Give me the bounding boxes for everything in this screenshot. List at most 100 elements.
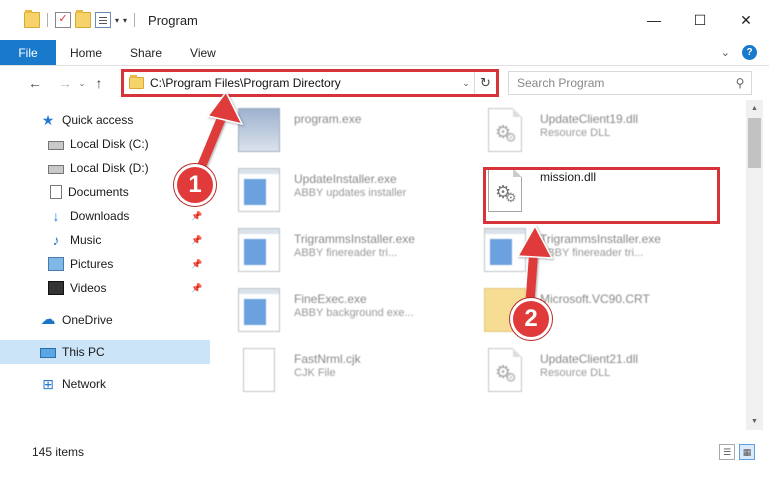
sidebar-item-label: Videos xyxy=(70,281,107,295)
refresh-button[interactable]: ↻ xyxy=(474,72,496,94)
properties-icon[interactable] xyxy=(95,12,111,28)
pin-icon[interactable]: 📌 xyxy=(190,211,204,222)
window-title: Program xyxy=(148,12,198,28)
pin-icon[interactable]: 📌 xyxy=(190,283,204,294)
tab-home[interactable]: Home xyxy=(56,40,116,65)
toolbar-divider xyxy=(47,13,48,27)
file-type: ABBY finereader tri... xyxy=(294,247,398,259)
file-name: FineExec.exe xyxy=(294,292,367,306)
up-button[interactable]: ↑ xyxy=(88,72,110,94)
tab-share[interactable]: Share xyxy=(116,40,176,65)
file-item[interactable]: program.exe xyxy=(212,102,452,158)
scrollbar-thumb[interactable] xyxy=(748,118,761,168)
back-button[interactable]: ← xyxy=(24,72,46,94)
sidebar-item-onedrive[interactable]: ☁ OneDrive xyxy=(0,308,210,332)
chevron-down-icon[interactable]: ▾ xyxy=(115,16,119,25)
sidebar-item-label: Downloads xyxy=(70,209,130,223)
file-name: FastNrml.cjk xyxy=(294,352,361,366)
pc-icon xyxy=(40,348,56,358)
pictures-icon xyxy=(48,257,64,271)
title-bar: ✓ ▾ ▾ Program — ☐ ✕ xyxy=(0,0,769,40)
sidebar-item-music[interactable]: ♪ Music 📌 xyxy=(0,228,210,252)
step-1-badge: 1 xyxy=(174,164,216,206)
tab-view[interactable]: View xyxy=(176,40,230,65)
properties-check-icon[interactable]: ✓ xyxy=(55,12,71,28)
sidebar-item-label: Local Disk (C:) xyxy=(70,137,149,151)
file-item[interactable]: TrigrammsInstaller.exe ABBY finereader t… xyxy=(458,222,698,278)
folder-icon xyxy=(24,10,40,28)
address-path[interactable]: C:\Program Files\Program Directory xyxy=(150,76,458,90)
dll-icon: ⚙ ⚙ xyxy=(488,168,522,212)
drive-icon xyxy=(48,141,64,150)
scroll-down-icon[interactable]: ▼ xyxy=(746,413,763,430)
ribbon-tabs: File Home Share View ⌄ ? xyxy=(0,40,769,66)
file-item-mission-dll[interactable]: ⚙ ⚙ mission.dll xyxy=(458,162,698,218)
documents-icon xyxy=(50,185,62,199)
tiles-view-icon[interactable]: ▦ xyxy=(739,444,755,460)
file-name: UpdateClient21.dll xyxy=(540,352,639,366)
file-list: program.exe ⚙ ⚙ UpdateClient19.dll Resour… xyxy=(212,100,746,430)
pin-icon[interactable]: 📌 xyxy=(190,235,204,246)
file-item[interactable]: UpdateInstaller.exe ABBY updates install… xyxy=(212,162,452,218)
search-icon[interactable]: ⚲ xyxy=(729,76,751,90)
scroll-up-icon[interactable]: ▲ xyxy=(746,100,763,117)
sidebar-item-label: This PC xyxy=(62,345,105,359)
maximize-button[interactable]: ☐ xyxy=(677,0,723,40)
ribbon-options: ⌄ ? xyxy=(721,40,769,65)
sidebar-item-downloads[interactable]: ↓ Downloads 📌 xyxy=(0,204,210,228)
exe-icon xyxy=(238,228,280,272)
file-item[interactable]: Microsoft.VC90.CRT xyxy=(458,282,698,338)
sidebar-item-pictures[interactable]: Pictures 📌 xyxy=(0,252,210,276)
file-item[interactable]: FastNrml.cjk CJK File xyxy=(212,342,452,398)
music-icon: ♪ xyxy=(52,232,60,248)
details-view-icon[interactable]: ☰ xyxy=(719,444,735,460)
close-button[interactable]: ✕ xyxy=(723,0,769,40)
help-icon[interactable]: ? xyxy=(742,45,757,60)
minimize-button[interactable]: — xyxy=(631,0,677,40)
search-box[interactable]: Search Program ⚲ xyxy=(508,71,752,95)
sidebar-item-label: Pictures xyxy=(70,257,114,271)
sidebar-item-label: OneDrive xyxy=(62,313,113,327)
recent-locations-icon[interactable]: ⌄ xyxy=(76,79,88,88)
exe-icon xyxy=(484,228,526,272)
item-count: 145 items xyxy=(32,445,85,459)
downloads-icon: ↓ xyxy=(52,208,60,224)
file-name: program.exe xyxy=(294,112,362,126)
forward-button[interactable]: → xyxy=(54,72,76,94)
view-switcher: ☰ ▦ xyxy=(719,444,755,460)
setup-icon xyxy=(238,108,280,152)
network-icon: ⊞ xyxy=(42,376,54,392)
file-type: ABBY finereader tri... xyxy=(540,247,644,259)
customize-toolbar-icon[interactable]: ▾ xyxy=(123,16,127,25)
file-item[interactable]: TrigrammsInstaller.exe ABBY finereader t… xyxy=(212,222,452,278)
chevron-down-icon[interactable]: ⌄ xyxy=(458,78,474,89)
file-item[interactable]: FineExec.exe ABBY background exe... xyxy=(212,282,452,338)
file-item[interactable]: ⚙ ⚙ UpdateClient19.dll Resource DLL xyxy=(458,102,698,158)
folder-icon xyxy=(129,75,144,89)
sidebar-item-network[interactable]: ⊞ Network xyxy=(0,372,210,396)
sidebar-item-label: Music xyxy=(70,233,102,247)
new-folder-icon[interactable] xyxy=(75,10,91,28)
step-2-badge: 2 xyxy=(510,298,552,340)
cloud-icon: ☁ xyxy=(40,311,56,328)
dll-icon: ⚙ ⚙ xyxy=(488,108,522,152)
file-name: UpdateInstaller.exe xyxy=(294,172,397,186)
file-item[interactable]: ⚙ ⚙ UpdateClient21.dll Resource DLL xyxy=(458,342,698,398)
expand-ribbon-icon[interactable]: ⌄ xyxy=(721,46,730,59)
sidebar-item-local-disk-c[interactable]: Local Disk (C:) xyxy=(0,132,210,156)
navigation-pane: ★ Quick access Local Disk (C:) Local Dis… xyxy=(0,100,210,430)
document-icon xyxy=(243,348,275,392)
sidebar-item-videos[interactable]: Videos 📌 xyxy=(0,276,210,300)
file-type: CJK File xyxy=(294,367,336,379)
file-name: TrigrammsInstaller.exe xyxy=(540,232,661,246)
status-bar: 145 items ☰ ▦ xyxy=(0,440,769,464)
vertical-scrollbar[interactable]: ▲ ▼ xyxy=(746,100,763,430)
sidebar-item-label: Network xyxy=(62,377,107,391)
sidebar-item-quick-access[interactable]: ★ Quick access xyxy=(0,108,210,132)
tab-file[interactable]: File xyxy=(0,40,56,65)
sidebar-item-this-pc[interactable]: This PC xyxy=(0,340,210,364)
pin-icon[interactable]: 📌 xyxy=(190,259,204,270)
search-input[interactable]: Search Program xyxy=(517,76,729,90)
file-type: ABBY updates installer xyxy=(294,187,407,199)
address-bar[interactable]: C:\Program Files\Program Directory ⌄ ↻ xyxy=(123,71,497,95)
